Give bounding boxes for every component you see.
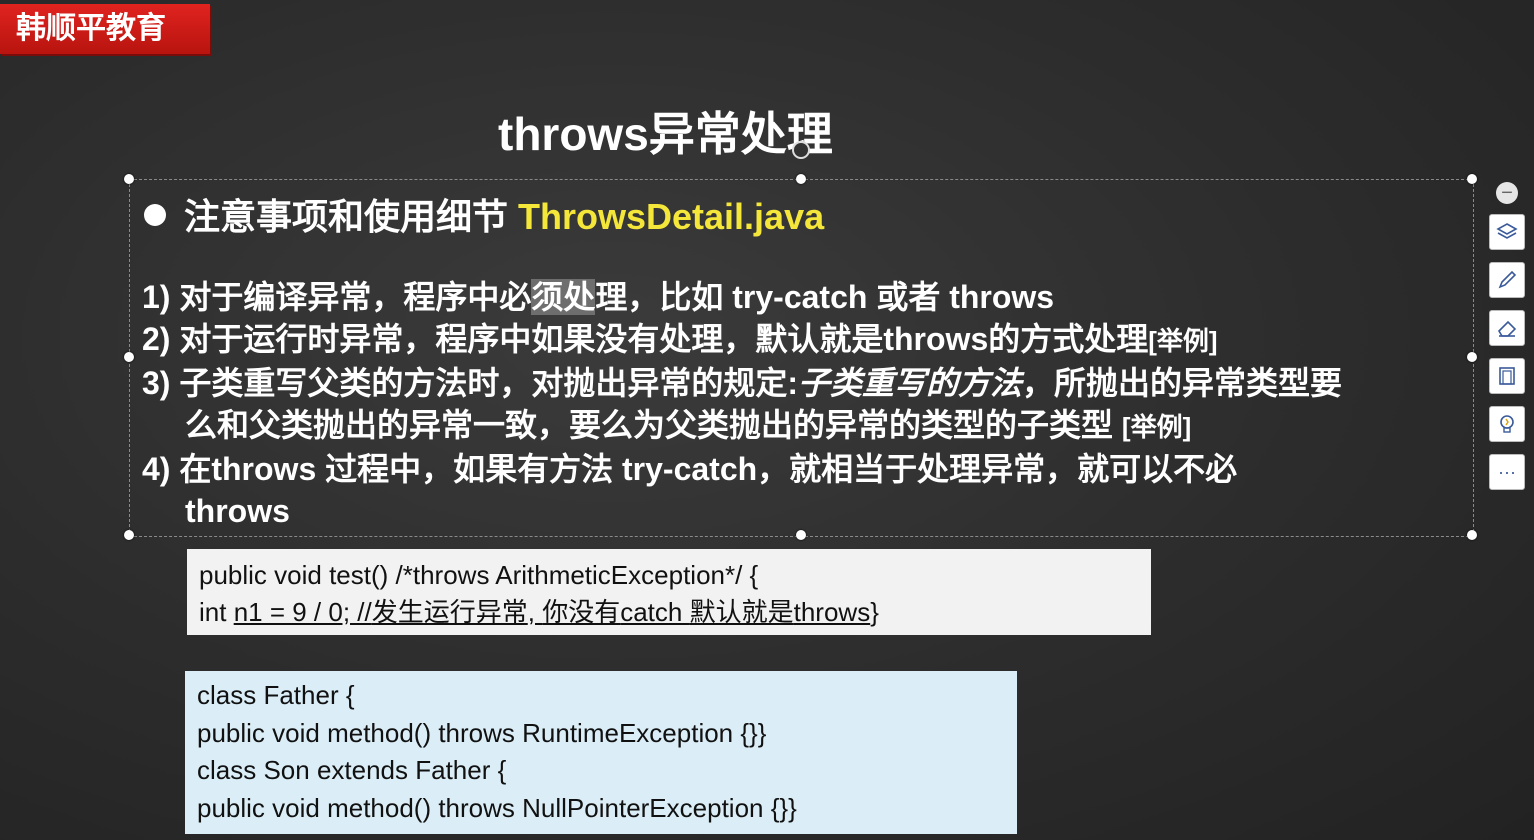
code1-line2-u1: n1 = 9 / 0; //	[233, 597, 372, 627]
bullet-heading-text: 注意事项和使用细节	[184, 196, 519, 237]
code1-line-2: int n1 = 9 / 0; //发生运行异常, 你没有catch 默认就是t…	[199, 594, 1139, 632]
bullet-filename: ThrowsDetail.java	[518, 196, 825, 237]
note-2-example-tag: [举例]	[1148, 326, 1218, 356]
notes-list: 1) 对于编译异常，程序中必须处理，比如 try-catch 或者 throws…	[142, 276, 1472, 532]
lightbulb-icon	[1500, 415, 1514, 433]
code1-line2-a: int	[199, 597, 234, 627]
note-item-3-cont: 么和父类抛出的异常一致，要么为父类抛出的异常的类型的子类型 [举例]	[142, 404, 1472, 448]
code2-line-3: class Son extends Father {	[197, 755, 507, 785]
resize-handle-tr[interactable]	[1467, 174, 1477, 184]
pen-button[interactable]	[1489, 262, 1525, 298]
note-3-example-tag: [举例]	[1121, 412, 1192, 442]
note-item-4: 4) 在throws 过程中，如果有方法 try-catch，就相当于处理异常，…	[142, 448, 1472, 490]
more-icon: ···	[1498, 461, 1516, 482]
resize-handle-bl[interactable]	[124, 530, 134, 540]
lightbulb-button[interactable]	[1489, 406, 1525, 442]
collapse-toolbar-button[interactable]: −	[1496, 182, 1518, 204]
resize-handle-ml[interactable]	[124, 352, 134, 362]
code2-line-2: public void method() throws RuntimeExcep…	[197, 717, 767, 748]
resize-handle-tl[interactable]	[124, 174, 134, 184]
cursor-marker	[792, 141, 810, 159]
note-4-text-a: 4) 在throws 过程中，如果有方法 try-catch，就相当于处理异常，…	[142, 451, 1238, 487]
code1-line-1: public void test() /*throws ArithmeticEx…	[199, 560, 759, 590]
note-item-3: 3) 子类重写父类的方法时，对抛出异常的规定:子类重写的方法，所抛出的异常类型要	[142, 362, 1472, 404]
eraser-icon	[1497, 320, 1517, 337]
note-4-text-b: throws	[185, 493, 290, 529]
code-block-runtime: public void test() /*throws ArithmeticEx…	[187, 549, 1151, 635]
note-item-4-cont: throws	[142, 490, 1472, 532]
layers-button[interactable]	[1489, 214, 1525, 250]
side-toolbar: − ···	[1489, 182, 1525, 502]
eraser-button[interactable]	[1489, 310, 1525, 346]
brand-logo: 韩顺平教育	[0, 4, 210, 54]
note-3-text-c: 么和父类抛出的异常一致，要么为父类抛出的异常的类型的子类型	[185, 407, 1122, 443]
note-3-text-a: 3) 子类重写父类的方法时，对抛出异常的规定:	[142, 365, 799, 401]
code1-underlined: n1 = 9 / 0; //发生运行异常, 你没有catch 默认就是throw…	[233, 597, 871, 628]
frame-icon	[1499, 367, 1515, 385]
note-3-italic: 子类重写的方法	[798, 365, 1023, 401]
code1-line2-u2: ,	[527, 597, 543, 627]
pen-icon	[1498, 270, 1517, 289]
note-1-text-b: 理，比如 try-catch 或者 throws	[595, 279, 1055, 315]
note-2-text: 2) 对于运行时异常，程序中如果没有处理，默认就是throws的方式处理	[142, 321, 1149, 357]
code1-line2-u3: catch	[620, 597, 690, 627]
code1-line2-end: }	[870, 597, 879, 627]
slide-title: throws异常处理	[498, 108, 833, 160]
code1-line2-cn1: 发生运行异常	[371, 598, 528, 628]
code1-line2-cn2: 你没有	[542, 598, 621, 628]
note-3-text-b: ，所抛出的异常类型要	[1022, 365, 1343, 401]
bullet-heading: 注意事项和使用细节 ThrowsDetail.java	[144, 188, 824, 240]
bullet-icon	[144, 204, 166, 227]
code-block-override: class Father { public void method() thro…	[185, 671, 1017, 834]
code1-line2-cn3: 默认就是	[689, 598, 794, 628]
note-item-1: 1) 对于编译异常，程序中必须处理，比如 try-catch 或者 throws	[142, 276, 1472, 318]
layers-icon	[1496, 223, 1518, 239]
code1-line2-u4: throws	[793, 597, 871, 627]
note-1-highlight: 须处	[531, 279, 596, 315]
code2-line-4: public void method() throws NullPointerE…	[197, 792, 797, 823]
frame-button[interactable]	[1489, 358, 1525, 394]
code2-line-1: class Father {	[197, 680, 355, 710]
note-item-2: 2) 对于运行时异常，程序中如果没有处理，默认就是throws的方式处理[举例]	[142, 318, 1472, 362]
resize-handle-tm[interactable]	[796, 174, 806, 184]
more-button[interactable]: ···	[1489, 454, 1525, 490]
note-1-text-a: 1) 对于编译异常，程序中必	[142, 279, 532, 315]
